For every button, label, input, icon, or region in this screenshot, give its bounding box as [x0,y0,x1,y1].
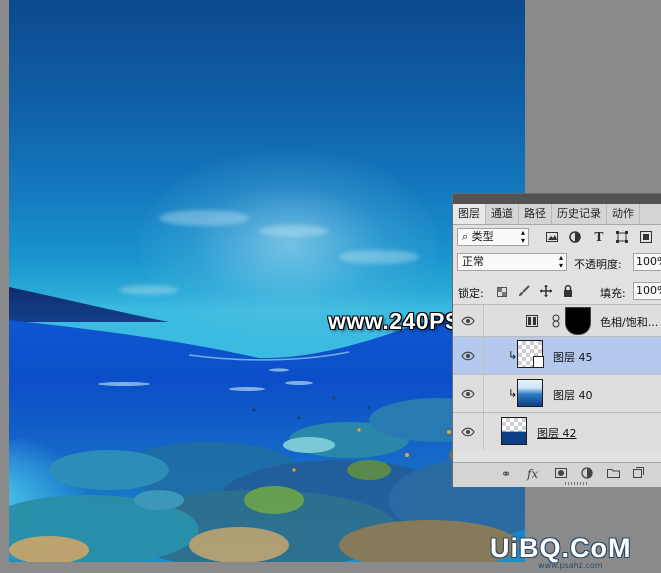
fill-label: 填充: [600,287,626,300]
tab-channels[interactable]: 通道 [486,204,519,224]
blend-mode-value: 正常 [462,255,484,268]
tab-layers[interactable]: 图层 [453,204,486,224]
new-group-folder-icon[interactable] [607,467,620,481]
new-adjustment-icon[interactable] [581,467,593,482]
lock-pixels-brush-icon[interactable] [517,284,531,298]
smart-object-badge-icon [533,356,544,368]
filter-adjustment-icon[interactable] [568,230,582,244]
watermark-uibq-url: www.psahz.com [538,561,603,570]
layer-name-hue-saturation[interactable]: 色相/饱和... [600,314,658,330]
lock-all-icon[interactable] [561,284,575,298]
visibility-column [453,337,484,374]
visibility-column [453,375,484,412]
eye-icon[interactable] [461,349,475,363]
panel-tabs: 图层 通道 路径 历史记录 动作 [453,204,661,225]
visibility-column [453,413,484,450]
fill-input[interactable]: 100% [633,282,661,300]
eye-icon[interactable] [461,387,475,401]
layer-thumbnail[interactable] [517,379,543,407]
layer-name-40[interactable]: 图层 40 [553,387,593,403]
lock-position-move-icon[interactable] [539,284,553,298]
eye-icon[interactable] [461,314,475,328]
lock-row: 锁定: 填充: 100% [453,280,661,304]
updown-icon: ▴ ▾ [520,228,525,245]
coral-reef [9,396,525,562]
tab-actions[interactable]: 动作 [607,204,640,224]
watermark-uibq: UiBQ.CoM [490,533,632,563]
filter-row: ⌕ 类型 ▴ ▾ T [453,226,661,248]
eye-icon[interactable] [461,425,475,439]
filter-type-icon[interactable]: T [592,230,606,244]
visibility-column [453,305,484,336]
lock-label: 锁定: [458,287,484,300]
chain-link-icon[interactable] [549,314,563,328]
blend-mode-select[interactable]: 正常 ▴ ▾ [457,253,567,271]
layer-name-45[interactable]: 图层 45 [553,349,593,365]
panel-title-bar[interactable] [453,194,661,204]
filter-kind-label: 类型 [471,230,494,243]
lock-transparent-icon[interactable] [495,285,509,299]
layer-row-hue-saturation[interactable]: 色相/饱和... [453,304,661,336]
adjustment-layer-icon [525,314,539,328]
layers-bottom-toolbar: ⚭ fx [453,462,661,487]
fx-icon[interactable]: fx [527,467,538,481]
add-mask-icon[interactable] [555,467,567,481]
filter-smartobject-icon[interactable] [639,230,653,244]
document-canvas[interactable] [9,0,525,562]
layers-panel: 图层 通道 路径 历史记录 动作 ⌕ 类型 ▴▾ T 正常 ▴▾ 不透明度: [452,193,661,487]
tab-paths[interactable]: 路径 [519,204,552,224]
layer-row-45[interactable]: ↳ 图层 45 [453,336,661,374]
layer-thumbnail[interactable] [501,417,527,445]
clipping-arrow-icon: ↳ [508,349,518,362]
filter-kind-select[interactable]: ⌕ 类型 ▴ ▾ [457,228,529,246]
resize-grip[interactable] [565,482,587,485]
link-layers-icon[interactable]: ⚭ [501,467,511,481]
new-layer-icon[interactable] [633,467,644,481]
clipping-arrow-icon: ↳ [508,387,518,400]
layer-row-40[interactable]: ↳ 图层 40 [453,374,661,412]
filter-pixel-icon[interactable] [545,230,559,244]
layer-mask-thumbnail[interactable] [565,307,591,335]
layer-row-42[interactable]: 图层 42 [453,412,661,450]
search-icon: ⌕ [462,230,469,243]
updown-icon: ▴ ▾ [558,253,563,270]
opacity-input[interactable]: 100% [633,253,661,271]
layer-name-42[interactable]: 图层 42 [537,425,577,441]
opacity-label: 不透明度: [574,258,622,271]
tab-history[interactable]: 历史记录 [552,204,607,224]
filter-shape-icon[interactable] [615,230,629,244]
blend-row: 正常 ▴▾ 不透明度: 100% [453,250,661,274]
